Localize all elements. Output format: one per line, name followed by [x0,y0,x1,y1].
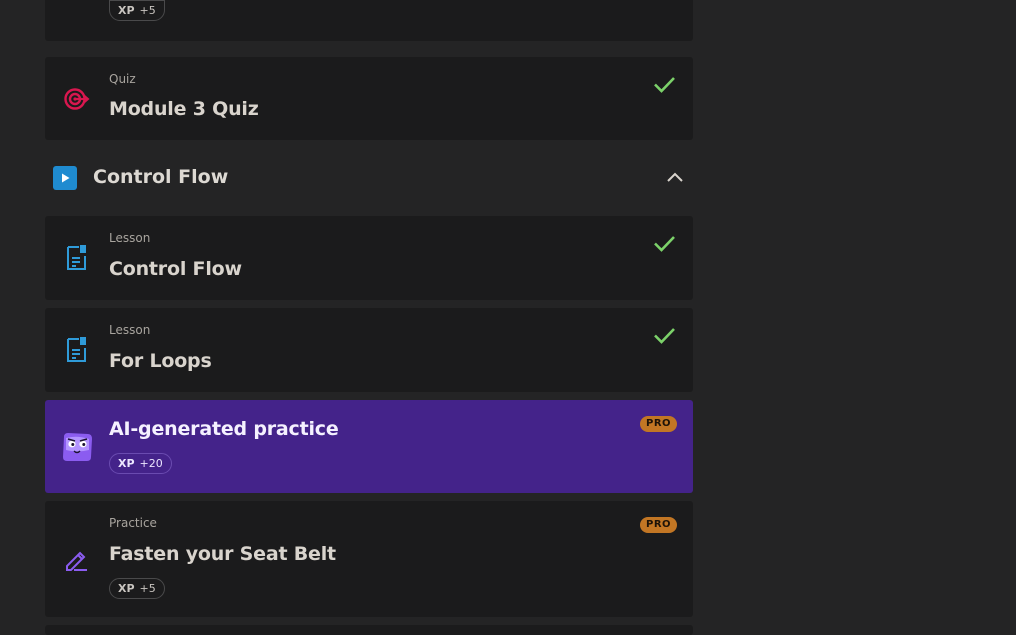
mascot-icon [60,431,94,463]
pro-badge: PRO [640,517,677,533]
item-title: AI-generated practice [109,418,339,440]
check-icon [653,327,676,344]
xp-label: XP [118,582,135,595]
item-kind: Quiz [109,72,136,86]
xp-value: +20 [139,457,163,470]
check-icon [653,235,676,252]
xp-value: +5 [139,4,156,17]
item-kind: Lesson [109,231,151,245]
item-kind: Lesson [109,323,151,337]
xp-badge: XP +5 [109,578,165,599]
next-card[interactable] [45,625,693,635]
item-title: Control Flow [109,258,242,280]
chevron-up-icon[interactable] [665,170,685,184]
item-kind: Practice [109,516,157,530]
ai-practice-card[interactable] [45,400,693,493]
pencil-icon [64,546,90,572]
item-title: For Loops [109,350,212,372]
xp-badge: XP +5 [109,0,165,21]
xp-value: +5 [139,582,156,595]
play-icon [53,166,77,190]
document-icon [64,337,90,363]
target-icon [64,86,90,112]
xp-badge: XP +20 [109,453,172,474]
check-icon [653,76,676,93]
item-title: Module 3 Quiz [109,98,259,120]
section-title: Control Flow [93,166,229,188]
xp-label: XP [118,4,135,17]
xp-label: XP [118,457,135,470]
pro-badge: PRO [640,416,677,432]
document-icon [64,245,90,271]
item-title: Fasten your Seat Belt [109,543,336,565]
